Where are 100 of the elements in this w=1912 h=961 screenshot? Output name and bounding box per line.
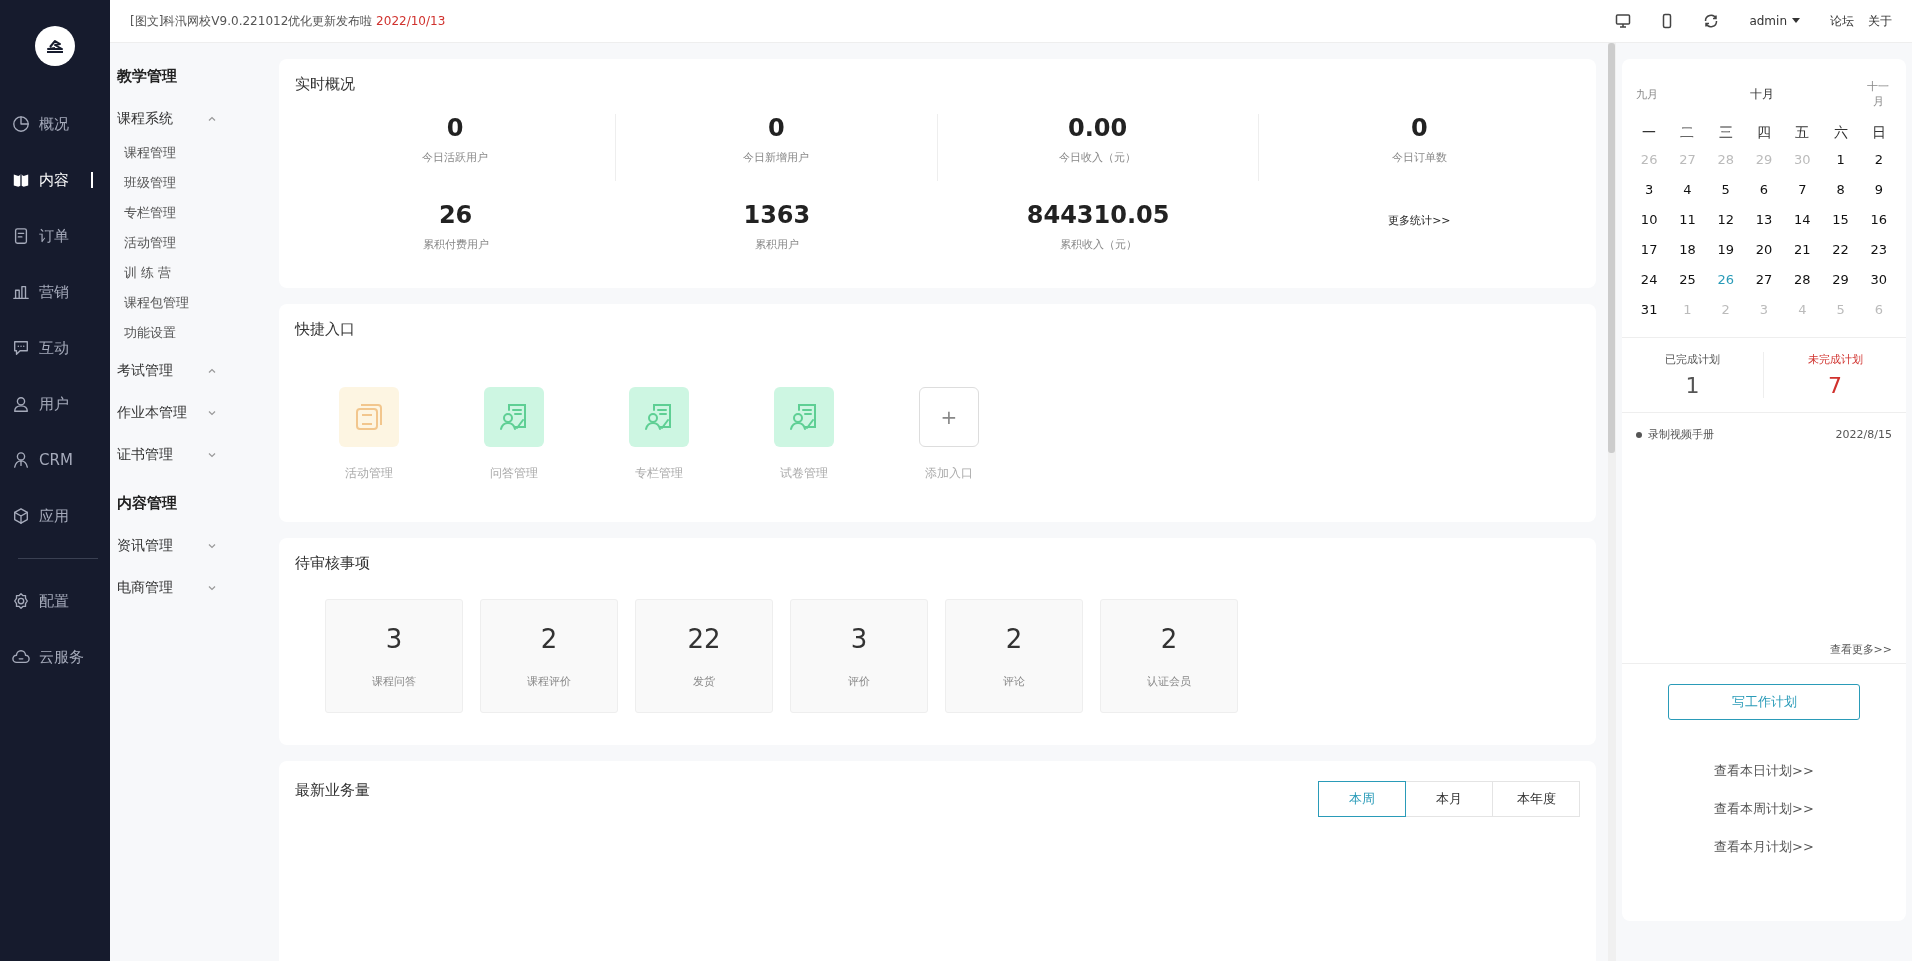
cube-icon (12, 507, 30, 525)
pending-label: 发货 (693, 673, 715, 689)
stat-label: 今日收入（元） (1059, 150, 1137, 165)
plan-date: 2022/8/15 (1835, 428, 1892, 441)
calendar-day[interactable]: 15 (1821, 205, 1860, 235)
sidebar-item[interactable]: 内容 (0, 152, 110, 208)
user-menu[interactable]: admin (1743, 13, 1806, 29)
menu-item[interactable]: 课程系统 (117, 110, 217, 128)
pending-count: 2 (540, 623, 558, 654)
stat-value: 26 (438, 201, 473, 229)
submenu-item[interactable]: 班级管理 (124, 175, 176, 192)
calendar-day[interactable]: 22 (1821, 235, 1860, 265)
pending-tile[interactable]: 3 评价 (790, 599, 928, 713)
weekday-label: 五 (1794, 123, 1811, 142)
submenu-item[interactable]: 训 练 营 (124, 265, 171, 282)
refresh-icon[interactable] (1703, 13, 1720, 29)
calendar-day[interactable]: 11 (1668, 205, 1707, 235)
calendar-day[interactable]: 4 (1668, 175, 1707, 205)
card-title: 最新业务量 (295, 781, 370, 800)
stacked-pages-icon (339, 387, 399, 447)
stat-label: 未完成计划 (1807, 352, 1863, 367)
next-month[interactable]: 十一月 (1866, 79, 1890, 109)
menu-item[interactable]: 考试管理 (117, 362, 217, 380)
calendar-day[interactable]: 1 (1821, 145, 1860, 175)
calendar-day[interactable]: 13 (1744, 205, 1784, 235)
period-tab[interactable]: 本月 (1405, 781, 1493, 817)
calendar-day[interactable]: 5 (1706, 175, 1745, 205)
document-icon (12, 227, 30, 245)
card-title: 快捷入口 (295, 320, 356, 339)
desktop-icon[interactable] (1615, 13, 1632, 29)
menu-item[interactable]: 资讯管理 (117, 537, 217, 555)
calendar-day[interactable]: 17 (1630, 235, 1669, 265)
pending-label: 课程问答 (372, 673, 416, 689)
calendar-day[interactable]: 27 (1744, 265, 1784, 295)
logo-icon[interactable] (35, 26, 75, 66)
calendar-day[interactable]: 30 (1859, 265, 1898, 295)
submenu-item[interactable]: 功能设置 (124, 325, 176, 342)
plan-link[interactable]: 查看本月计划>> (1714, 838, 1814, 856)
calendar-day[interactable]: 31 (1630, 295, 1669, 325)
sidebar-item[interactable]: 用户 (0, 376, 110, 432)
calendar-day[interactable]: 2 (1859, 145, 1898, 175)
pending-count: 2 (1005, 623, 1023, 654)
calendar-day[interactable]: 6 (1744, 175, 1784, 205)
sidebar-item[interactable]: 概况 (0, 96, 110, 152)
pending-tile[interactable]: 3 课程问答 (325, 599, 463, 713)
calendar-day[interactable]: 23 (1859, 235, 1898, 265)
menu-item[interactable]: 作业本管理 (117, 404, 217, 422)
scrollbar[interactable] (1608, 43, 1616, 961)
profile-document-icon (774, 387, 834, 447)
submenu-item[interactable]: 专栏管理 (124, 205, 176, 222)
calendar-day[interactable]: 3 (1630, 175, 1669, 205)
sidebar-item[interactable]: CRM (0, 432, 110, 488)
calendar-day[interactable]: 7 (1783, 175, 1822, 205)
sidebar-item[interactable]: 互动 (0, 320, 110, 376)
calendar-day[interactable]: 28 (1783, 265, 1822, 295)
person-icon (12, 451, 30, 469)
shortcut-button[interactable]: + 添加入口 (919, 387, 979, 482)
calendar-day[interactable]: 20 (1744, 235, 1784, 265)
header-link[interactable]: 论坛 (1830, 12, 1854, 30)
plan-link[interactable]: 查看本日计划>> (1714, 762, 1814, 780)
calendar-day[interactable]: 25 (1668, 265, 1707, 295)
sidebar-item[interactable]: 云服务 (0, 629, 110, 685)
calendar-day[interactable]: 21 (1783, 235, 1822, 265)
calendar-day[interactable]: 29 (1821, 265, 1860, 295)
menu-item[interactable]: 电商管理 (117, 579, 217, 597)
more-stats-link[interactable]: 更多统计>> (1388, 213, 1451, 228)
pending-tile[interactable]: 22 发货 (635, 599, 773, 713)
stat-label: 今日订单数 (1391, 150, 1447, 165)
sidebar-item[interactable]: 订单 (0, 208, 110, 264)
pending-tile[interactable]: 2 课程评价 (480, 599, 618, 713)
sidebar-item[interactable]: 配置 (0, 573, 110, 629)
plan-link[interactable]: 查看本周计划>> (1714, 800, 1814, 818)
submenu-item[interactable]: 课程管理 (124, 145, 176, 162)
calendar-day[interactable]: 10 (1630, 205, 1669, 235)
calendar-day[interactable]: 16 (1859, 205, 1898, 235)
calendar-day[interactable]: 24 (1630, 265, 1669, 295)
plan-title[interactable]: 录制视频手册 (1648, 427, 1714, 442)
submenu-item[interactable]: 课程包管理 (124, 295, 189, 312)
calendar-day[interactable]: 14 (1783, 205, 1822, 235)
submenu-item[interactable]: 活动管理 (124, 235, 176, 252)
pending-tile[interactable]: 2 评论 (945, 599, 1083, 713)
calendar-day[interactable]: 9 (1859, 175, 1898, 205)
stat-label: 累积付费用户 (422, 237, 489, 252)
period-tab[interactable]: 本年度 (1492, 781, 1580, 817)
pending-tile[interactable]: 2 认证会员 (1100, 599, 1238, 713)
header-link[interactable]: 关于 (1868, 12, 1892, 30)
stat-value: 7 (1828, 373, 1842, 398)
more-link[interactable]: 查看更多>> (1815, 642, 1906, 663)
calendar-day[interactable]: 18 (1668, 235, 1707, 265)
bullet-icon (1636, 431, 1642, 438)
calendar-day[interactable]: 12 (1706, 205, 1745, 235)
calendar-day[interactable]: 8 (1821, 175, 1860, 205)
weekday-label: 四 (1756, 123, 1772, 142)
calendar-day[interactable]: 19 (1706, 235, 1745, 265)
stat-label: 今日新增用户 (743, 150, 810, 165)
menu-item[interactable]: 证书管理 (117, 446, 217, 464)
sidebar-item[interactable]: 营销 (0, 264, 110, 320)
prev-month[interactable]: 九月 (1636, 86, 1658, 102)
sidebar-item[interactable]: 应用 (0, 488, 110, 544)
news-notice[interactable]: [图文]科汛网校V9.0.221012优化更新发布啦 2022/10/13 (130, 12, 1602, 30)
